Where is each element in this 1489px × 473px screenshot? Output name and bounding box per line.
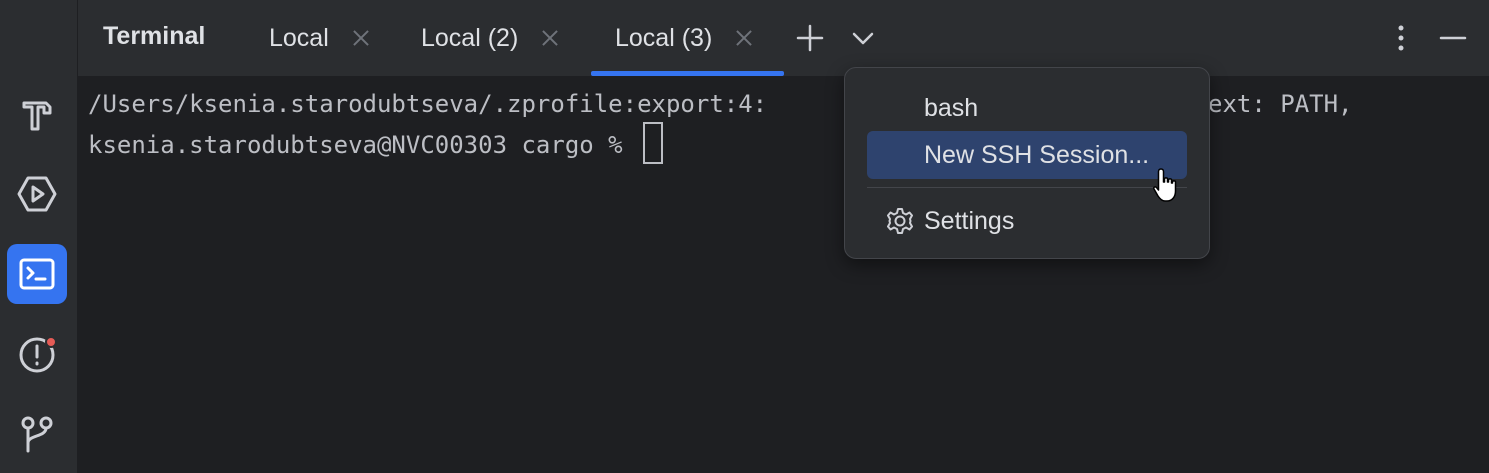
- build-tool-button[interactable]: [7, 84, 67, 144]
- terminal-output[interactable]: /Users/ksenia.starodubtseva/.zprofile:ex…: [78, 76, 1489, 473]
- menu-separator: [867, 187, 1187, 188]
- terminal-header: Terminal Local Local (2) Local (3): [78, 0, 1489, 76]
- new-session-popup: bash New SSH Session... Settings: [844, 67, 1210, 259]
- git-branch-icon: [21, 416, 53, 453]
- menu-item-label: New SSH Session...: [924, 140, 1150, 169]
- terminal-icon: [19, 258, 55, 290]
- run-tool-button[interactable]: [7, 164, 67, 224]
- tab-label: Local (3): [615, 23, 713, 52]
- plus-icon: [796, 24, 824, 52]
- tool-window-title: Terminal: [103, 22, 206, 50]
- tab-options-dropdown[interactable]: [843, 18, 883, 58]
- tab-local-3[interactable]: Local (3): [615, 0, 754, 76]
- chevron-down-icon: [852, 32, 874, 45]
- hammer-icon: [22, 101, 52, 131]
- close-icon[interactable]: [540, 28, 560, 48]
- minimize-icon: [1439, 36, 1467, 40]
- more-vertical-icon: [1398, 25, 1404, 51]
- tool-window-strip: [0, 0, 78, 473]
- close-icon[interactable]: [734, 28, 754, 48]
- terminal-line: /Users/ksenia.starodubtseva/.zprofile:ex…: [88, 90, 768, 118]
- terminal-tool-button[interactable]: [7, 244, 67, 304]
- more-options-button[interactable]: [1381, 18, 1421, 58]
- tab-label: Local (2): [421, 23, 519, 52]
- terminal-prompt: ksenia.starodubtseva@NVC00303 cargo %: [88, 131, 638, 159]
- terminal-cursor: [643, 122, 664, 164]
- terminal-line-tail: ext: PATH,: [1208, 90, 1353, 118]
- notification-dot: [45, 336, 57, 348]
- menu-item-bash[interactable]: bash: [867, 84, 1187, 132]
- menu-item-settings[interactable]: Settings: [867, 197, 1187, 245]
- problems-tool-button[interactable]: [7, 324, 67, 384]
- tab-label: Local: [269, 23, 329, 52]
- close-icon[interactable]: [351, 28, 371, 48]
- hand-pointer-icon: [1153, 168, 1177, 202]
- menu-item-label: bash: [924, 93, 979, 122]
- new-tab-button[interactable]: [790, 18, 830, 58]
- gear-icon: [887, 208, 913, 234]
- git-tool-button[interactable]: [7, 404, 67, 464]
- minimize-button[interactable]: [1433, 18, 1473, 58]
- menu-item-new-ssh-session[interactable]: New SSH Session...: [867, 131, 1187, 179]
- run-icon: [17, 176, 57, 212]
- menu-item-label: Settings: [924, 206, 1015, 235]
- tab-local-2[interactable]: Local (2): [421, 0, 560, 76]
- tab-local[interactable]: Local: [269, 0, 371, 76]
- terminal-prompt-line: ksenia.starodubtseva@NVC00303 cargo %: [88, 122, 664, 166]
